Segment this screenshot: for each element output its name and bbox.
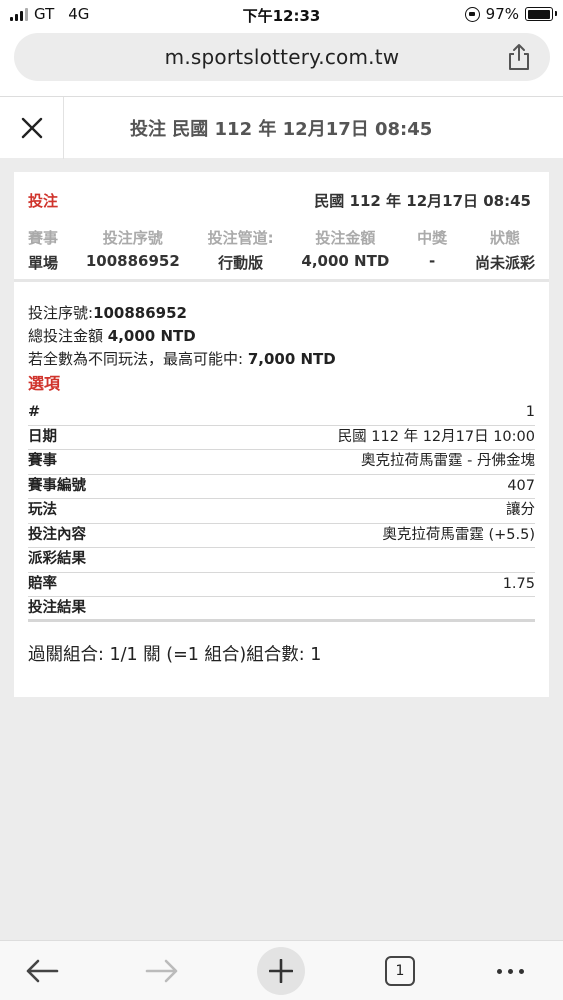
total-label: 總投注金額 <box>28 327 108 345</box>
bet-label: 投注 <box>28 192 59 210</box>
bet-details: 投注序號:100886952 總投注金額 4,000 NTD 若全數為不同玩法，… <box>28 302 535 622</box>
total-value: 4,000 NTD <box>107 327 196 345</box>
row-key: 日期 <box>28 428 57 445</box>
plus-icon <box>269 959 293 983</box>
row-key: 派彩結果 <box>28 551 86 567</box>
bet-date: 民國 112 年 12月17日 08:45 <box>314 192 531 210</box>
col-value: 行動版 <box>218 254 264 272</box>
row-key: 賽事編號 <box>28 477 86 494</box>
serial-label: 投注序號: <box>28 304 94 322</box>
browser-toolbar: 1 <box>0 940 563 1000</box>
new-tab-button[interactable] <box>257 947 305 995</box>
selection-table: #1 日期 民國 112 年 12月17日 10:00 賽事 奧克拉荷馬雷霆 - 丹… <box>28 401 535 622</box>
back-arrow-icon <box>26 959 59 983</box>
parlay-combination: 過關組合: 1/1 關 (=1 組合)組合數: 1 <box>28 645 322 665</box>
table-row: 賽事編號 407 <box>28 475 535 499</box>
row-key: 賠率 <box>28 575 57 592</box>
col-serial: 投注序號 100886952 <box>86 227 180 273</box>
back-button[interactable] <box>22 951 62 991</box>
url-text[interactable]: m.sportslottery.com.tw <box>14 45 550 69</box>
table-row: 日期 民國 112 年 12月17日 10:00 <box>28 426 535 450</box>
col-value: 尚未派彩 <box>474 254 535 272</box>
table-row: 投注結果 <box>28 597 535 622</box>
max-payout-line: 若全數為不同玩法，最高可能中: 7,000 NTD <box>28 348 535 371</box>
serial-line: 投注序號:100886952 <box>28 302 535 325</box>
share-icon[interactable] <box>506 43 532 71</box>
col-header: 賽事 <box>28 229 59 247</box>
row-key: 玩法 <box>28 502 57 518</box>
row-key: 投注結果 <box>28 600 86 616</box>
forward-button[interactable] <box>142 951 182 991</box>
total-line: 總投注金額 4,000 NTD <box>28 325 535 348</box>
forward-arrow-icon <box>145 959 178 983</box>
row-key: 賽事 <box>28 453 57 469</box>
row-value: 1.75 <box>502 575 535 592</box>
page-header: 投注 民國 112 年 12月17日 08:45 <box>0 96 563 159</box>
table-row: 賠率 1.75 <box>28 573 535 597</box>
col-event: 賽事 單場 <box>28 227 58 273</box>
row-value: 民國 112 年 12月17日 10:00 <box>337 428 535 445</box>
col-value: 4,000 NTD <box>301 252 390 270</box>
max-value: 7,000 NTD <box>247 350 336 368</box>
col-value: 單場 <box>28 254 59 272</box>
tabs-icon: 1 <box>385 956 415 986</box>
table-row: 玩法 讓分 <box>28 499 535 524</box>
col-value: 100886952 <box>85 252 180 270</box>
row-value: 奧克拉荷馬雷霆 - 丹佛金塊 <box>361 453 535 469</box>
col-header: 投注序號 <box>102 229 163 247</box>
bet-summary: 投注 民國 112 年 12月17日 08:45 賽事 單場 投注序號 1008… <box>14 172 549 282</box>
close-icon <box>21 117 42 139</box>
serial-value: 100886952 <box>93 304 187 322</box>
row-value: 讓分 <box>506 502 535 518</box>
row-value: 奧克拉荷馬雷霆 (+5.5) <box>382 526 535 543</box>
col-status: 狀態 尚未派彩 <box>475 227 535 273</box>
browser-chrome: m.sportslottery.com.tw <box>0 30 563 96</box>
col-win: 中獎 - <box>417 227 447 273</box>
col-header: 投注金額 <box>315 229 376 247</box>
table-row: 投注內容 奧克拉荷馬雷霆 (+5.5) <box>28 524 535 548</box>
table-row: 賽事 奧克拉荷馬雷霆 - 丹佛金塊 <box>28 450 535 475</box>
max-label: 若全數為不同玩法，最高可能中: <box>28 350 248 368</box>
status-bar: GT 4G 下午12:33 97% <box>0 0 563 30</box>
row-key: 投注內容 <box>28 526 86 543</box>
col-header: 投注管道: <box>207 229 274 247</box>
summary-columns: 賽事 單場 投注序號 100886952 投注管道: 行動版 投注金額 4,00… <box>28 227 535 273</box>
battery-percent: 97% <box>485 5 519 23</box>
table-row: 派彩結果 <box>28 548 535 573</box>
tabs-button[interactable]: 1 <box>380 951 420 991</box>
page-title: 投注 民國 112 年 12月17日 08:45 <box>130 119 433 140</box>
status-right: 97% <box>464 5 557 23</box>
row-key: # <box>28 404 41 420</box>
options-title: 選項 <box>28 374 61 393</box>
row-value: 407 <box>507 477 535 494</box>
address-bar[interactable]: m.sportslottery.com.tw <box>14 33 550 81</box>
col-value: - <box>429 252 436 270</box>
more-button[interactable] <box>490 951 530 991</box>
battery-icon <box>525 7 557 21</box>
bet-card: 投注 民國 112 年 12月17日 08:45 賽事 單場 投注序號 1008… <box>14 172 549 697</box>
col-channel: 投注管道: 行動版 <box>208 227 274 273</box>
col-amount: 投注金額 4,000 NTD <box>301 227 389 273</box>
orientation-lock-icon <box>464 6 480 22</box>
more-dots-icon <box>496 968 524 974</box>
col-header: 中獎 <box>417 229 448 247</box>
col-header: 狀態 <box>489 229 520 247</box>
table-row: #1 <box>28 401 535 426</box>
close-button[interactable] <box>0 97 64 159</box>
row-value: 1 <box>525 404 535 420</box>
